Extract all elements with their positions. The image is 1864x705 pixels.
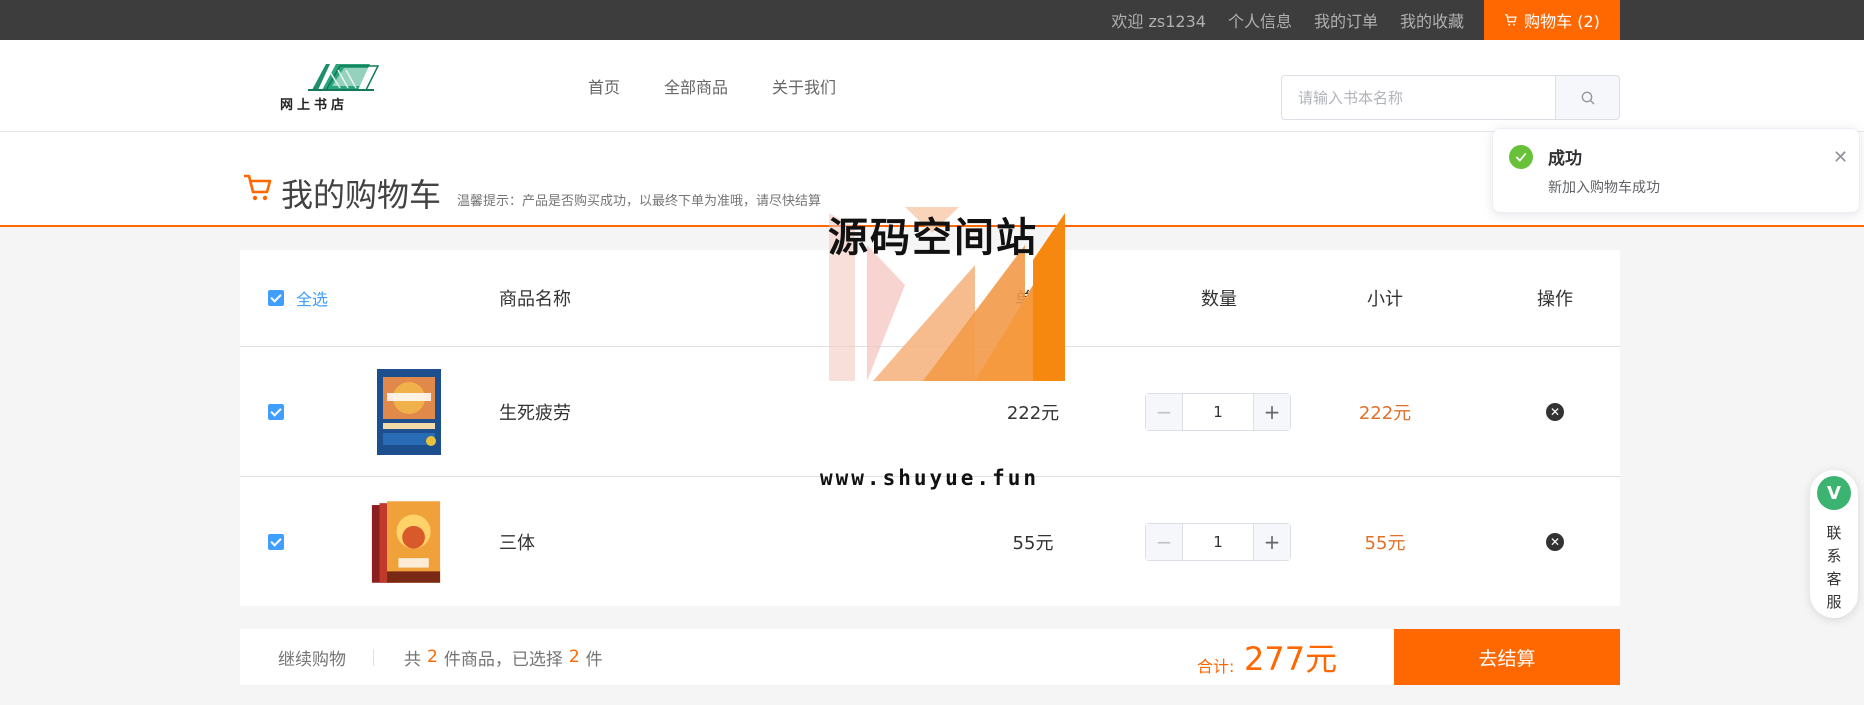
header-subtotal: 小计	[1367, 289, 1403, 310]
search-button[interactable]	[1555, 75, 1620, 120]
quantity-input[interactable]: 1	[1183, 394, 1253, 430]
count-mid: 件商品，已选择	[443, 649, 563, 670]
nav-all-products[interactable]: 全部商品	[664, 74, 728, 98]
quantity-cell: − 1 +	[1145, 477, 1291, 607]
delete-cell: ✕	[1546, 347, 1564, 476]
header-price: 单价	[1015, 289, 1051, 310]
watermark-title: 源码空间站	[828, 215, 1038, 261]
search-bar	[1281, 75, 1620, 120]
orders-link[interactable]: 我的订单	[1314, 8, 1378, 32]
header-quantity: 数量	[1201, 289, 1237, 310]
favorites-link[interactable]: 我的收藏	[1400, 8, 1464, 32]
search-icon	[1581, 91, 1594, 104]
book-price: 222元	[1006, 402, 1060, 424]
count-total: 2	[427, 647, 438, 667]
logo-books-icon	[308, 64, 380, 91]
service-badge-icon: V	[1817, 476, 1851, 510]
notification-title: 成功	[1548, 149, 1582, 169]
delete-cell: ✕	[1546, 477, 1564, 607]
shopping-cart-icon	[244, 174, 272, 201]
service-label: 联系客服	[1826, 524, 1842, 611]
select-all-label[interactable]: 全选	[296, 286, 328, 310]
select-all-cell: 全选	[268, 250, 328, 346]
row-checkbox-cell	[268, 347, 284, 476]
main-nav: 首页 全部商品 关于我们	[588, 40, 836, 132]
top-links: 欢迎 zs1234 个人信息 我的订单 我的收藏	[1111, 0, 1464, 40]
cart-footer-bar: 继续购物 共 2 件商品，已选择 2 件 合计: 277元 去结算	[240, 629, 1620, 685]
total-label: 合计:	[1197, 657, 1235, 676]
cart-button[interactable]: 购物车 (2)	[1484, 0, 1620, 40]
decrease-button[interactable]: −	[1146, 524, 1183, 560]
page-title: 我的购物车	[281, 176, 442, 214]
site-logo[interactable]: 网上书店	[278, 60, 388, 113]
cart-button-label: 购物车 (2)	[1524, 12, 1600, 31]
delete-icon[interactable]: ✕	[1546, 402, 1564, 421]
watermark-url: www.shuyue.fun	[820, 466, 1040, 490]
search-input[interactable]	[1281, 75, 1555, 120]
header: 网上书店 首页 全部商品 关于我们	[0, 40, 1864, 132]
book-cover-cell	[373, 347, 445, 476]
row-subtotal: 55元	[1364, 533, 1406, 554]
profile-link[interactable]: 个人信息	[1228, 8, 1292, 32]
nav-home[interactable]: 首页	[588, 74, 620, 98]
select-all-checkbox[interactable]	[268, 290, 284, 306]
notification-message: 新加入购物车成功	[1548, 180, 1660, 196]
logo-text: 网上书店	[280, 98, 349, 113]
quantity-stepper: − 1 +	[1145, 523, 1291, 561]
nav-about[interactable]: 关于我们	[772, 74, 836, 98]
table-row: 三体 55元 − 1 + 55元 ✕	[240, 477, 1620, 607]
table-header: 全选 商品名称 单价 数量 小计 操作	[240, 250, 1620, 347]
delete-icon[interactable]: ✕	[1546, 533, 1564, 551]
footer-divider	[373, 649, 374, 666]
cart-icon	[1505, 14, 1517, 26]
success-notification: 成功 新加入购物车成功 ✕	[1492, 128, 1860, 213]
row-checkbox[interactable]	[268, 534, 284, 550]
quantity-cell: − 1 +	[1145, 347, 1291, 476]
book-cover-image[interactable]	[373, 367, 445, 457]
row-subtotal: 222元	[1358, 402, 1412, 424]
book-price: 55元	[1012, 533, 1054, 554]
item-count: 共 2 件商品，已选择 2 件	[404, 629, 603, 685]
quantity-stepper: − 1 +	[1145, 392, 1291, 431]
book-cover-cell	[370, 477, 442, 607]
header-action: 操作	[1537, 289, 1573, 310]
continue-shopping-link[interactable]: 继续购物	[278, 629, 346, 685]
top-bar: 欢迎 zs1234 个人信息 我的订单 我的收藏 购物车 (2)	[0, 0, 1864, 40]
increase-button[interactable]: +	[1253, 393, 1290, 430]
count-selected: 2	[568, 647, 580, 667]
cart-table: 全选 商品名称 单价 数量 小计 操作 生死疲劳 222元 − 1 + 222元…	[240, 250, 1620, 606]
book-cover-image[interactable]	[370, 497, 442, 587]
cart-tip: 温馨提示：产品是否购买成功，以最终下单为准哦，请尽快结算	[457, 194, 822, 209]
quantity-input[interactable]: 1	[1183, 524, 1253, 560]
count-prefix: 共	[404, 649, 421, 670]
customer-service-widget[interactable]: V 联系客服	[1810, 470, 1858, 618]
book-name[interactable]: 三体	[499, 477, 535, 607]
decrease-button[interactable]: −	[1146, 393, 1183, 430]
total-amount: 277元	[1244, 640, 1338, 678]
table-row: 生死疲劳 222元 − 1 + 222元 ✕	[240, 347, 1620, 477]
success-icon	[1509, 145, 1533, 169]
checkout-button[interactable]: 去结算	[1394, 629, 1620, 685]
increase-button[interactable]: +	[1253, 524, 1290, 560]
welcome-text: 欢迎 zs1234	[1111, 12, 1206, 31]
row-checkbox-cell	[268, 477, 284, 607]
close-icon[interactable]: ✕	[1833, 147, 1848, 168]
header-name: 商品名称	[499, 289, 571, 310]
book-name[interactable]: 生死疲劳	[499, 347, 571, 476]
count-suffix: 件	[585, 649, 603, 670]
row-checkbox[interactable]	[268, 403, 284, 420]
